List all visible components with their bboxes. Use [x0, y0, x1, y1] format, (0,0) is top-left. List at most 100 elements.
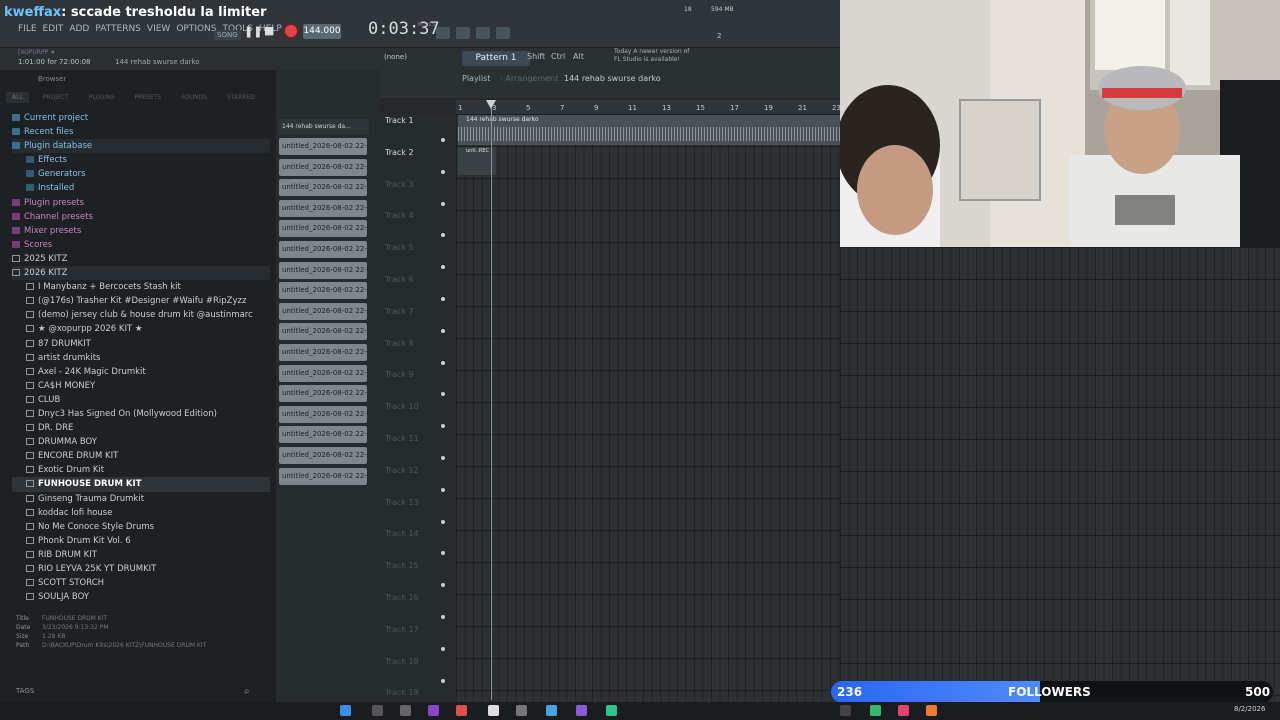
record-button[interactable]: [283, 23, 299, 39]
browser-item[interactable]: FUNHOUSE DRUM KIT: [12, 477, 270, 492]
channel-clip[interactable]: untitled_2026-08-02 22-: [279, 179, 367, 197]
track-label[interactable]: Track 3: [385, 180, 414, 189]
track-label[interactable]: Track 8: [385, 339, 414, 348]
mixer-icon[interactable]: [436, 27, 450, 39]
menu-item[interactable]: EDIT: [43, 24, 64, 34]
track-label[interactable]: Track 9: [385, 370, 414, 379]
channel-clip[interactable]: untitled_2026-08-02 22-: [279, 405, 367, 423]
channel-clip[interactable]: untitled_2026-08-02 22-: [279, 385, 367, 403]
mute-dot-icon[interactable]: [441, 615, 445, 619]
browser-item[interactable]: Installed: [12, 181, 270, 195]
channel-clip[interactable]: untitled_2026-08-02 22-: [279, 261, 367, 279]
app-icon[interactable]: [870, 705, 881, 716]
channel-clip[interactable]: untitled_2026-08-02 22-: [279, 323, 367, 341]
taskview-icon[interactable]: [400, 705, 411, 716]
channel-clip[interactable]: untitled_2026-08-02 22-: [279, 467, 367, 485]
app-icon[interactable]: [606, 705, 617, 716]
browser-item[interactable]: Generators: [12, 167, 270, 181]
browser-item[interactable]: Plugin database: [12, 139, 270, 154]
channel-clip[interactable]: untitled_2026-08-02 22-: [279, 138, 367, 155]
song-mode-toggle[interactable]: SONG: [214, 30, 241, 40]
pause-icon[interactable]: ❚❚: [244, 25, 262, 38]
menu-item[interactable]: PATTERNS: [95, 24, 141, 34]
browser-tab[interactable]: PLUGINS: [83, 92, 121, 103]
browser-item[interactable]: Phonk Drum Kit Vol. 6: [12, 534, 270, 548]
channel-header[interactable]: 144 rehab swurse da...: [279, 119, 369, 134]
timeline-ruler[interactable]: [456, 100, 840, 114]
browser-item[interactable]: DRUMMA BOY: [12, 435, 270, 449]
track-label[interactable]: Track 15: [385, 561, 419, 570]
channel-rack-icon[interactable]: [476, 27, 490, 39]
track-label[interactable]: Track 7: [385, 307, 414, 316]
channel-clip[interactable]: untitled_2026-08-02 22-: [279, 426, 367, 444]
app-icon[interactable]: [456, 705, 467, 716]
mute-dot-icon[interactable]: [441, 519, 445, 524]
browser-item[interactable]: SCOTT STORCH: [12, 576, 270, 590]
track-label[interactable]: Track 17: [385, 625, 419, 634]
browser-tab[interactable]: SOUNDS: [175, 92, 213, 103]
browser-item[interactable]: Plugin presets: [12, 196, 270, 210]
mute-dot-icon[interactable]: [441, 360, 445, 365]
mute-dot-icon[interactable]: [441, 297, 445, 301]
playhead[interactable]: [491, 100, 492, 700]
start-icon[interactable]: [340, 705, 351, 716]
menu-item[interactable]: VIEW: [147, 24, 170, 34]
menu-item[interactable]: ADD: [69, 24, 89, 34]
channel-clip[interactable]: untitled_2026-08-02 22-: [279, 282, 367, 300]
update-notice[interactable]: Today A newer version of FL Studio is ava…: [614, 48, 704, 64]
browser-item[interactable]: ENCORE DRUM KIT: [12, 449, 270, 463]
track-label[interactable]: Track 2: [385, 148, 414, 157]
piano-roll-icon[interactable]: [456, 27, 470, 39]
app-icon[interactable]: [516, 705, 527, 716]
browser-tab[interactable]: PROJECT: [37, 92, 75, 103]
mute-dot-icon[interactable]: [441, 646, 445, 651]
fl-studio-icon[interactable]: [926, 705, 937, 716]
channel-clip[interactable]: untitled_2026-08-02 22-: [279, 241, 367, 258]
channel-clip[interactable]: untitled_2026-08-02 22-: [279, 220, 367, 238]
tempo-display[interactable]: 144.000: [303, 24, 341, 39]
browser-item[interactable]: No Me Conoce Style Drums: [12, 520, 270, 534]
pattern-selector[interactable]: Pattern 1: [462, 51, 530, 66]
browser-item[interactable]: 2025 KITZ: [12, 252, 270, 266]
browser-item[interactable]: RIB DRUM KIT: [12, 548, 270, 562]
track-label[interactable]: Track 18: [385, 657, 419, 666]
audio-clip[interactable]: 144 rehab swurse darko: [458, 115, 840, 145]
ctrl-key[interactable]: Ctrl: [551, 52, 565, 61]
stop-icon[interactable]: ■: [264, 24, 274, 37]
browser-item[interactable]: (@176s) Trasher Kit #Designer #Waifu #Ri…: [12, 294, 270, 308]
browser-tab[interactable]: STARRED: [221, 92, 261, 103]
channel-clip[interactable]: untitled_2026-08-02 22-: [279, 447, 367, 464]
mute-dot-icon[interactable]: [441, 678, 445, 683]
track-label[interactable]: Track 19: [385, 688, 419, 697]
browser-item[interactable]: artist drumkits: [12, 351, 270, 365]
browser-item[interactable]: 2026 KITZ: [12, 266, 270, 281]
browser-item[interactable]: CLUB: [12, 393, 270, 407]
app-icon[interactable]: [428, 705, 439, 716]
mute-dot-icon[interactable]: [441, 487, 445, 492]
browser-item[interactable]: Mixer presets: [12, 224, 270, 238]
browser-item[interactable]: Exotic Drum Kit: [12, 463, 270, 477]
track-label[interactable]: Track 11: [385, 434, 419, 443]
playlist-grid[interactable]: [456, 114, 840, 702]
app-icon[interactable]: [546, 705, 557, 716]
app-icon[interactable]: [488, 705, 499, 716]
track-label[interactable]: Track 6: [385, 275, 414, 284]
browser-item[interactable]: I Manybanz + Bercocets Stash kit: [12, 280, 270, 294]
browser-item[interactable]: koddac lofi house: [12, 506, 270, 520]
browser-item[interactable]: RIO LEYVA 25K YT DRUMKIT: [12, 562, 270, 576]
alt-key[interactable]: Alt: [573, 52, 584, 61]
mute-dot-icon[interactable]: [441, 328, 445, 333]
mute-dot-icon[interactable]: [441, 169, 445, 174]
app-icon[interactable]: [840, 705, 851, 716]
track-label[interactable]: Track 16: [385, 593, 419, 602]
track-label[interactable]: Track 10: [385, 402, 419, 411]
browser-item[interactable]: Recent files: [12, 125, 270, 139]
plugin-icon[interactable]: [496, 27, 510, 39]
browser-item[interactable]: Ginseng Trauma Drumkit: [12, 492, 270, 506]
track-label[interactable]: Track 1: [385, 116, 414, 125]
menu-item[interactable]: FILE: [18, 24, 37, 34]
browser-item[interactable]: ★ @xopurpp 2026 KIT ★: [12, 322, 270, 336]
track-label[interactable]: Track 4: [385, 211, 414, 220]
track-label[interactable]: Track 12: [385, 466, 419, 475]
channel-clip[interactable]: untitled_2026-08-02 22-: [279, 302, 367, 320]
